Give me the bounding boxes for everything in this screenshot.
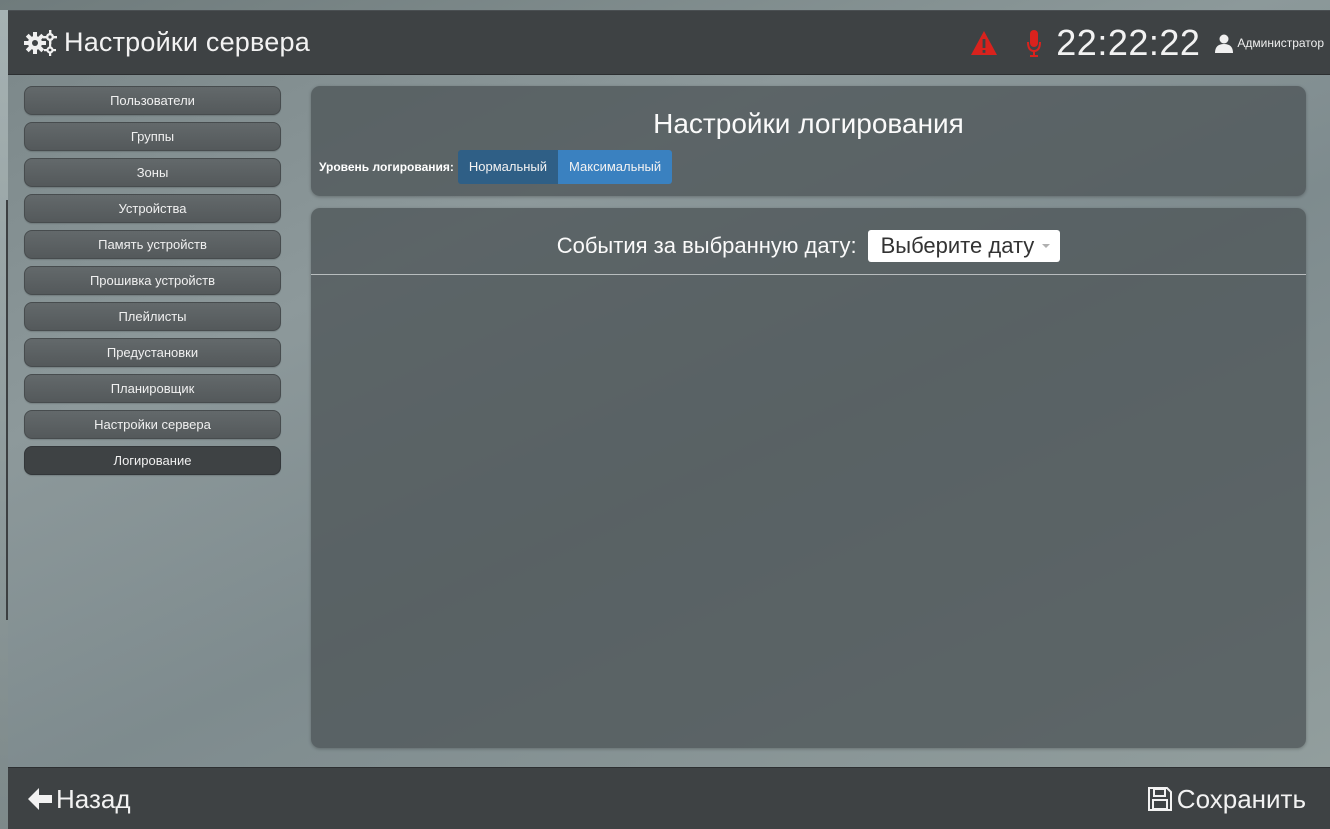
log-level-control: Уровень логирования: Нормальный Максимал… — [319, 150, 673, 184]
events-divider — [311, 274, 1306, 275]
page-title: Настройки сервера — [64, 27, 310, 57]
back-button-label: Назад — [56, 783, 131, 814]
sidebar-item-scheduler[interactable]: Планировщик — [24, 374, 281, 403]
header-bar: Настройки сервера 22:22:22 Администратор — [8, 11, 1330, 75]
save-button[interactable]: Сохранить — [1147, 784, 1330, 815]
arrow-left-icon — [28, 788, 52, 810]
sidebar-item-device-firmware[interactable]: Прошивка устройств — [24, 266, 281, 295]
sidebar-nav: Пользователи Группы Зоны Устройства Памя… — [24, 86, 281, 482]
gears-icon — [24, 29, 58, 56]
caret-down-icon — [1042, 244, 1051, 248]
date-select-dropdown[interactable]: Выберите дату — [867, 230, 1061, 262]
log-level-normal-button[interactable]: Нормальный — [457, 150, 559, 184]
user-name[interactable]: Администратор — [1237, 36, 1324, 50]
clock: 22:22:22 — [1056, 22, 1201, 63]
sidebar-item-playlists[interactable]: Плейлисты — [24, 302, 281, 331]
warning-icon[interactable] — [970, 30, 998, 56]
sidebar-item-users[interactable]: Пользователи — [24, 86, 281, 115]
sidebar-item-device-memory[interactable]: Память устройств — [24, 230, 281, 259]
events-panel: События за выбранную дату: Выберите дату — [311, 208, 1306, 748]
sidebar-item-logging[interactable]: Логирование — [24, 446, 281, 475]
log-level-button-group: Нормальный Максимальный — [457, 150, 673, 184]
log-level-label: Уровень логирования: — [319, 160, 454, 174]
sidebar-item-zones[interactable]: Зоны — [24, 158, 281, 187]
back-button[interactable]: Назад — [8, 784, 131, 815]
sidebar-item-presets[interactable]: Предустановки — [24, 338, 281, 367]
user-icon — [1214, 33, 1234, 53]
logging-settings-panel: Настройки логирования Уровень логировани… — [311, 86, 1306, 196]
log-level-max-button[interactable]: Максимальный — [558, 150, 673, 184]
save-button-label: Сохранить — [1176, 783, 1306, 814]
header-status-group: 22:22:22 Администратор — [970, 11, 1330, 75]
footer-bar: Назад Сохранить — [8, 767, 1330, 829]
logging-settings-title: Настройки логирования — [653, 108, 964, 139]
save-icon — [1147, 786, 1173, 812]
window-left-edge — [0, 10, 8, 829]
events-date-row: События за выбранную дату: Выберите дату — [311, 230, 1306, 262]
header-title-group: Настройки сервера — [8, 27, 310, 58]
date-select-value: Выберите дату — [880, 233, 1035, 258]
app-window: Настройки сервера 22:22:22 Администратор… — [8, 10, 1330, 829]
sidebar-item-devices[interactable]: Устройства — [24, 194, 281, 223]
microphone-icon[interactable] — [1026, 28, 1042, 58]
events-date-label: События за выбранную дату: — [556, 233, 857, 258]
sidebar-item-server-settings[interactable]: Настройки сервера — [24, 410, 281, 439]
sidebar-item-groups[interactable]: Группы — [24, 122, 281, 151]
